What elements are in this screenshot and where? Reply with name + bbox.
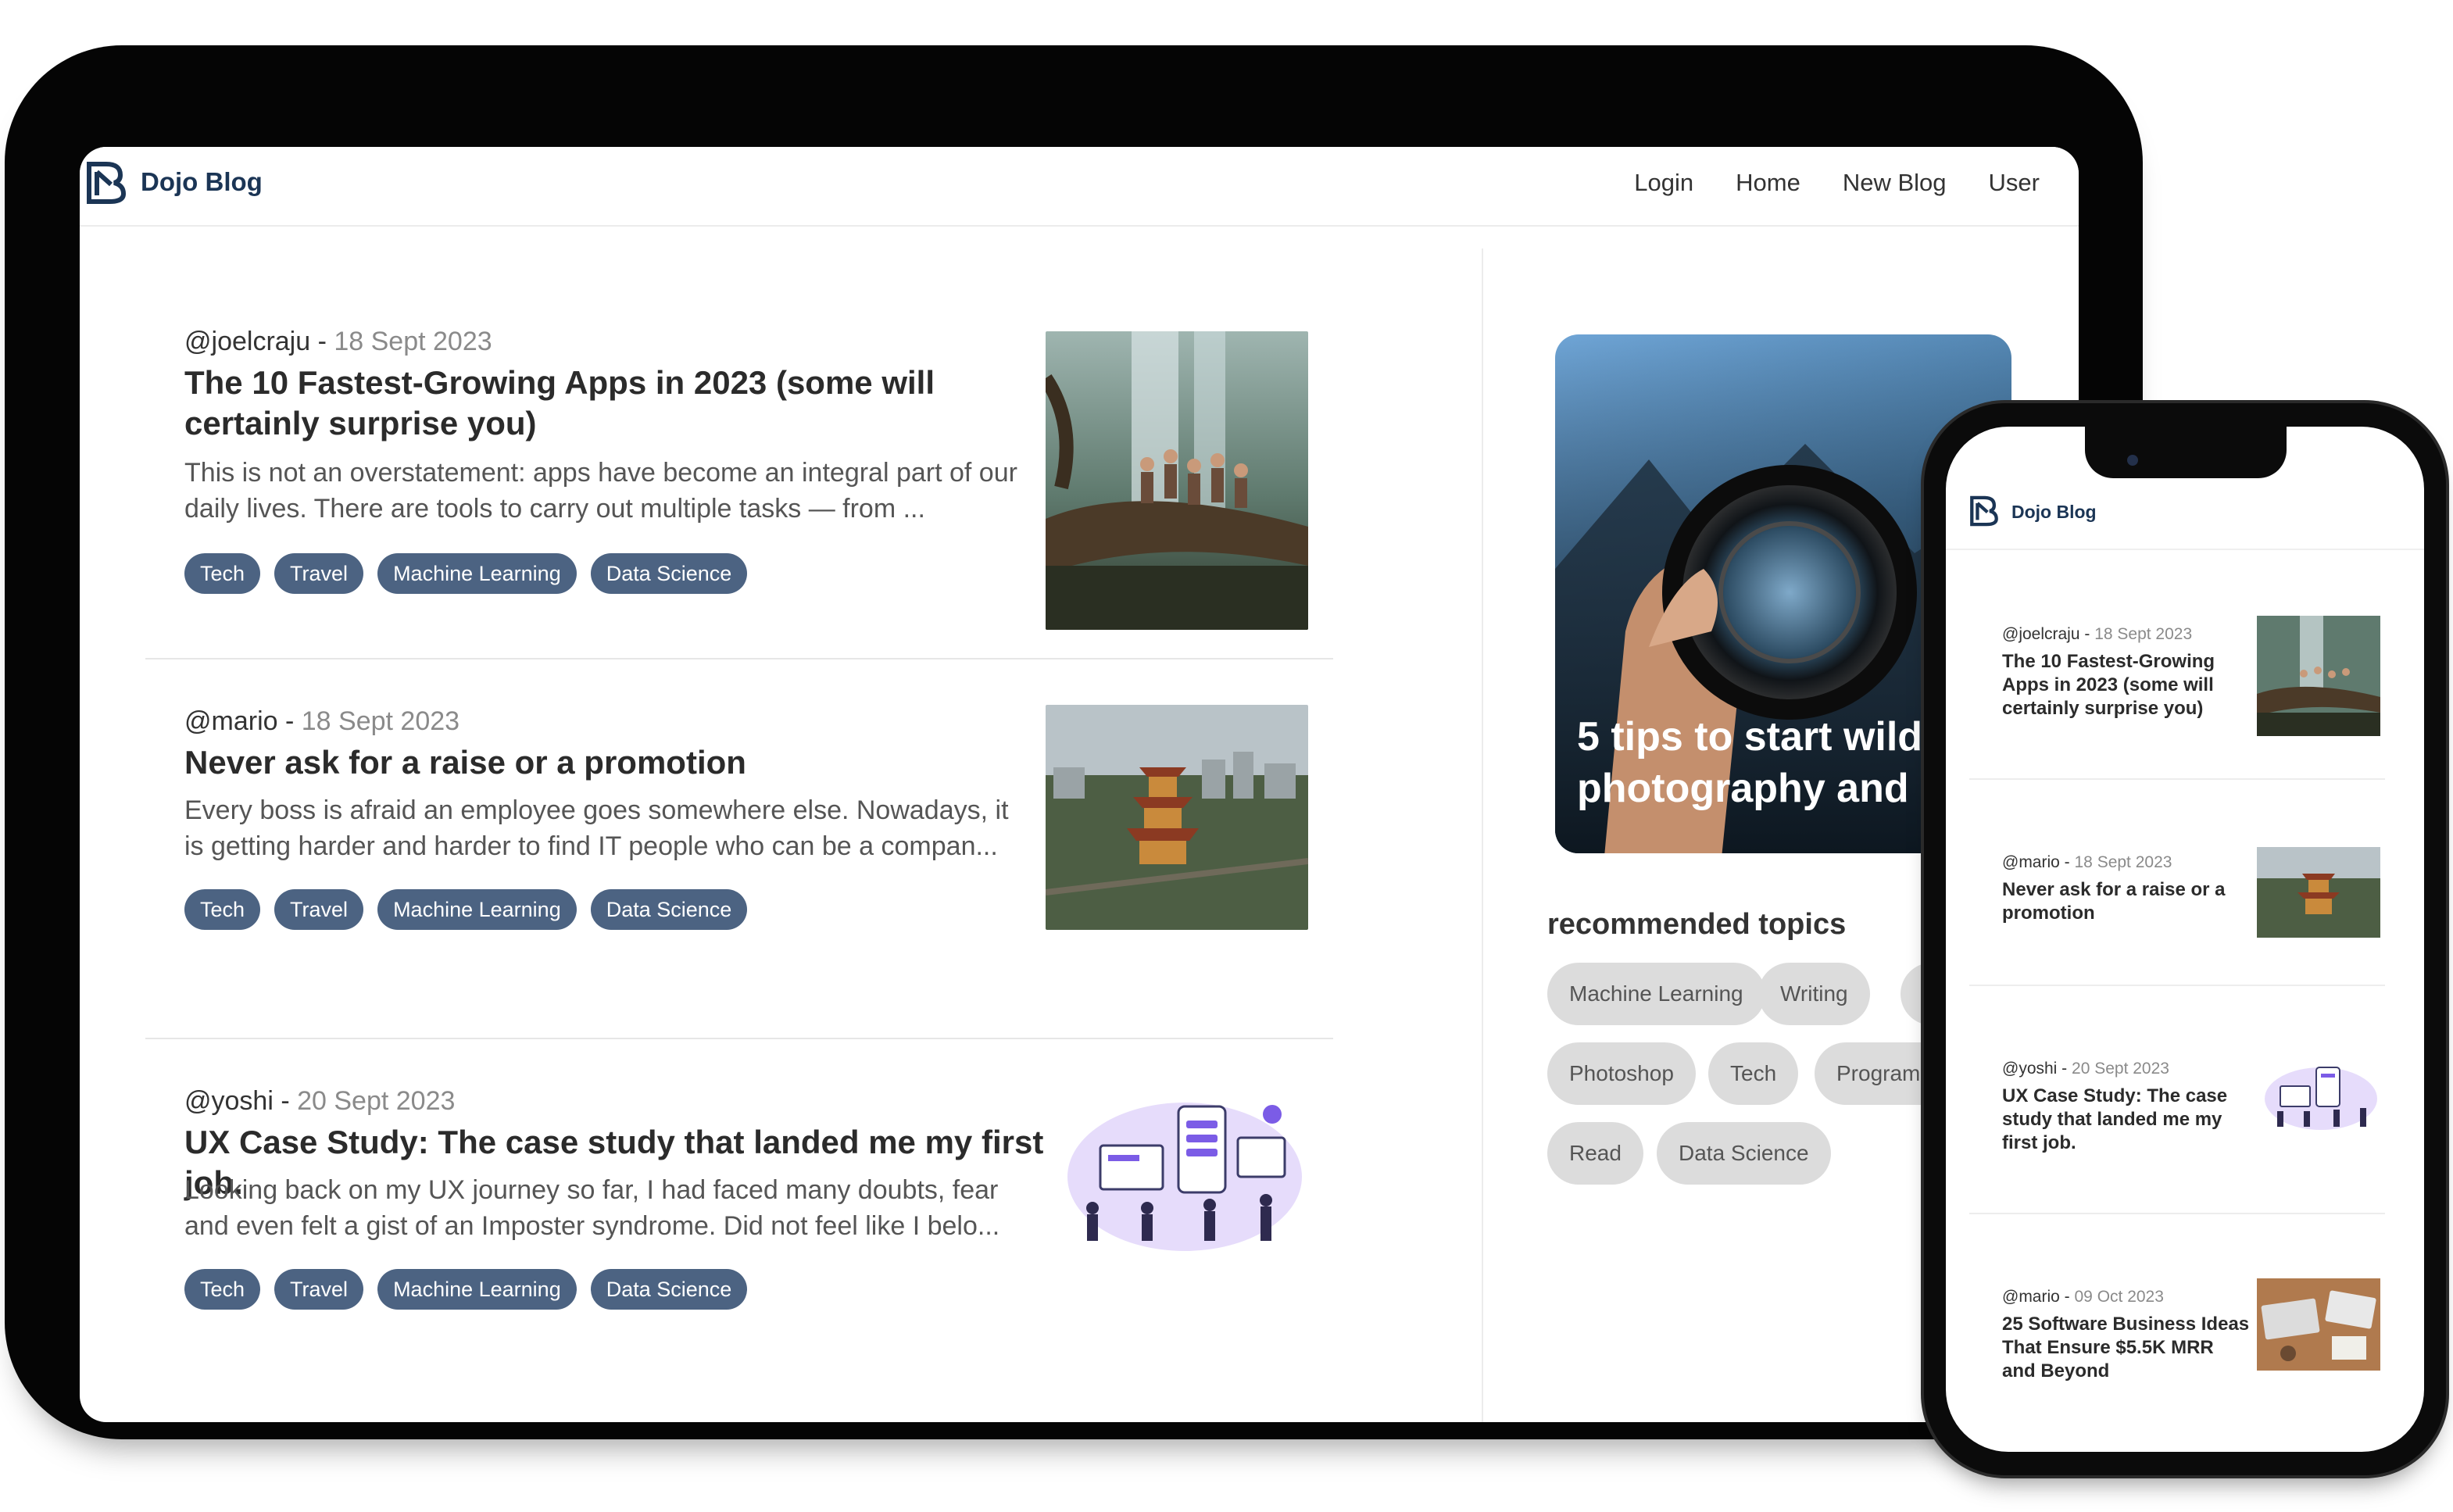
post-date: 09 Oct 2023 xyxy=(2074,1288,2164,1306)
post-meta: @mario - 18 Sept 2023 xyxy=(184,706,459,737)
brand-name[interactable]: Dojo Blog xyxy=(2011,502,2097,523)
tablet-screen: Dojo Blog Login Home New Blog User @joel… xyxy=(80,147,2079,1422)
meta-separator: - xyxy=(2059,853,2075,871)
post-title[interactable]: Never ask for a raise or a promotion xyxy=(2002,878,2252,925)
tag-chip[interactable]: Travel xyxy=(274,553,364,594)
topic-chip[interactable]: Photoshop xyxy=(1547,1042,1696,1105)
recommended-topics-heading: recommended topics xyxy=(1547,908,1847,941)
post-excerpt: This is not an overstatement: apps have … xyxy=(184,458,1017,524)
meta-separator: - xyxy=(2057,1060,2072,1078)
phone-screen: Dojo Blog @joelcraju - 18 Sept 2023 The … xyxy=(1946,427,2424,1452)
tag-chip[interactable]: Tech xyxy=(184,889,261,930)
post-thumbnail[interactable] xyxy=(1046,705,1308,930)
post-author[interactable]: @yoshi xyxy=(2002,1060,2057,1078)
topic-chip[interactable]: Data Science xyxy=(1657,1122,1831,1185)
post-title[interactable]: The 10 Fastest-Growing Apps in 2023 (som… xyxy=(184,363,1028,444)
pagoda-city-photo xyxy=(2257,847,2380,938)
desk-laptop-photo xyxy=(2257,1278,2380,1371)
post-thumbnail[interactable] xyxy=(1046,331,1308,630)
post-meta: @joelcraju - 18 Sept 2023 xyxy=(184,327,492,357)
post-meta: @yoshi - 20 Sept 2023 xyxy=(184,1086,455,1117)
post-author[interactable]: @yoshi xyxy=(184,1086,274,1116)
post-card[interactable]: @yoshi - 20 Sept 2023 UX Case Study: The… xyxy=(145,1039,1333,1417)
tag-chip[interactable]: Machine Learning xyxy=(377,1269,577,1310)
logo-icon xyxy=(1970,495,1998,527)
post-title[interactable]: UX Case Study: The case study that lande… xyxy=(2002,1085,2252,1155)
waterfall-group-photo xyxy=(2257,616,2380,736)
ux-team-illustration xyxy=(1067,1103,1302,1251)
phone-notch xyxy=(2085,427,2287,478)
post-date: 20 Sept 2023 xyxy=(2072,1060,2169,1078)
post-date: 18 Sept 2023 xyxy=(2074,853,2172,871)
tablet-frame: Dojo Blog Login Home New Blog User @joel… xyxy=(5,45,2143,1439)
phone-post-card[interactable]: @joelcraju - 18 Sept 2023 The 10 Fastest… xyxy=(1969,574,2385,780)
post-thumbnail[interactable] xyxy=(2257,1278,2380,1371)
nav-home[interactable]: Home xyxy=(1736,169,1800,197)
post-meta: @mario - 09 Oct 2023 xyxy=(2002,1288,2164,1306)
nav-user[interactable]: User xyxy=(1989,169,2040,197)
topic-chip[interactable]: Read xyxy=(1547,1122,1643,1185)
post-thumbnail[interactable] xyxy=(2257,847,2380,938)
post-title[interactable]: Never ask for a raise or a promotion xyxy=(184,742,1028,783)
navbar: Dojo Blog Login Home New Blog User xyxy=(80,147,2079,227)
meta-separator: - xyxy=(310,327,334,356)
post-author[interactable]: @joelcraju xyxy=(184,327,310,356)
tag-list: Tech Travel Machine Learning Data Scienc… xyxy=(184,553,748,594)
post-date: 18 Sept 2023 xyxy=(301,706,460,736)
tag-chip[interactable]: Data Science xyxy=(590,553,748,594)
post-card[interactable]: @mario - 18 Sept 2023 Never ask for a ra… xyxy=(145,659,1333,1039)
topic-chip[interactable]: Machine Learning xyxy=(1547,963,1765,1025)
tag-chip[interactable]: Tech xyxy=(184,1269,261,1310)
phone-post-card[interactable]: @mario - 09 Oct 2023 25 Software Busines… xyxy=(1969,1213,2385,1447)
meta-separator: - xyxy=(273,1086,298,1116)
post-meta: @yoshi - 20 Sept 2023 xyxy=(2002,1060,2169,1078)
phone-frame: Dojo Blog @joelcraju - 18 Sept 2023 The … xyxy=(1924,403,2446,1475)
post-date: 20 Sept 2023 xyxy=(297,1086,456,1116)
phone-post-card[interactable]: @mario - 18 Sept 2023 Never ask for a ra… xyxy=(1969,780,2385,986)
waterfall-group-photo xyxy=(1046,331,1308,630)
tag-list: Tech Travel Machine Learning Data Scienc… xyxy=(184,889,748,930)
meta-separator: - xyxy=(2079,625,2095,643)
nav-login[interactable]: Login xyxy=(1634,169,1693,197)
pagoda-city-photo xyxy=(1046,705,1308,930)
phone-navbar: Dojo Blog xyxy=(1946,474,2424,550)
post-meta: @mario - 18 Sept 2023 xyxy=(2002,853,2172,872)
post-author[interactable]: @joelcraju xyxy=(2002,625,2080,643)
post-excerpt: Looking back on my UX journey so far, I … xyxy=(184,1175,1000,1241)
brand-name[interactable]: Dojo Blog xyxy=(141,167,263,197)
post-list: @joelcraju - 18 Sept 2023 The 10 Fastest… xyxy=(145,280,1333,1417)
post-thumbnail[interactable] xyxy=(2262,1063,2380,1131)
post-thumbnail[interactable] xyxy=(1061,1091,1308,1255)
nav-links: Login Home New Blog User xyxy=(1634,169,2040,197)
topic-chip[interactable]: Tech xyxy=(1708,1042,1799,1105)
nav-new-blog[interactable]: New Blog xyxy=(1843,169,1947,197)
post-author[interactable]: @mario xyxy=(2002,853,2060,871)
post-date: 18 Sept 2023 xyxy=(2094,625,2193,643)
tag-chip[interactable]: Data Science xyxy=(590,889,748,930)
post-excerpt: Every boss is afraid an employee goes so… xyxy=(184,795,1009,861)
post-title[interactable]: The 10 Fastest-Growing Apps in 2023 (som… xyxy=(2002,650,2252,720)
tag-chip[interactable]: Machine Learning xyxy=(377,553,577,594)
column-divider xyxy=(1482,248,1483,1422)
post-card[interactable]: @joelcraju - 18 Sept 2023 The 10 Fastest… xyxy=(145,280,1333,659)
tag-chip[interactable]: Data Science xyxy=(590,1269,748,1310)
phone-post-card[interactable]: @yoshi - 20 Sept 2023 UX Case Study: The… xyxy=(1969,986,2385,1214)
tag-chip[interactable]: Travel xyxy=(274,889,364,930)
post-author[interactable]: @mario xyxy=(2002,1288,2060,1306)
post-date: 18 Sept 2023 xyxy=(334,327,492,356)
front-camera-icon xyxy=(2127,455,2138,466)
meta-separator: - xyxy=(277,706,302,736)
post-author[interactable]: @mario xyxy=(184,706,278,736)
post-title[interactable]: 25 Software Business Ideas That Ensure $… xyxy=(2002,1313,2252,1383)
tag-chip[interactable]: Machine Learning xyxy=(377,889,577,930)
topic-chip[interactable]: Writing xyxy=(1758,963,1870,1025)
post-thumbnail[interactable] xyxy=(2257,616,2380,736)
ux-team-illustration xyxy=(2265,1067,2377,1130)
tag-list: Tech Travel Machine Learning Data Scienc… xyxy=(184,1269,748,1310)
logo-icon xyxy=(87,162,127,204)
meta-separator: - xyxy=(2059,1288,2075,1306)
tag-chip[interactable]: Tech xyxy=(184,553,261,594)
tag-chip[interactable]: Travel xyxy=(274,1269,364,1310)
post-meta: @joelcraju - 18 Sept 2023 xyxy=(2002,625,2192,644)
